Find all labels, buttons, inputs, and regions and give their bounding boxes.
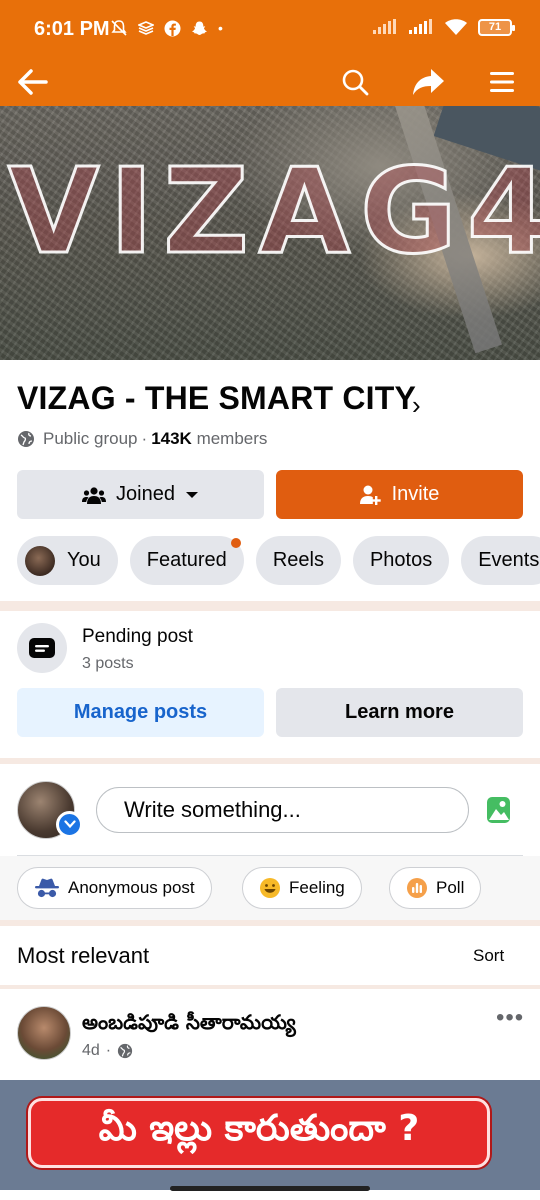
post-time-separator: · — [105, 1042, 112, 1059]
search-icon[interactable] — [335, 62, 375, 102]
avatar — [25, 545, 55, 576]
learn-more-button[interactable]: Learn more — [276, 688, 523, 737]
anonymous-post-label: Anonymous post — [68, 878, 195, 897]
members-label: members — [196, 429, 268, 448]
profile-switch-badge[interactable] — [56, 811, 83, 838]
signal-icon — [373, 19, 396, 34]
member-count-value: 143K — [151, 429, 192, 448]
member-count[interactable]: 143K members — [151, 429, 267, 449]
feeling-label: Feeling — [289, 878, 345, 897]
status-time: 6:01 PM — [34, 18, 110, 40]
group-cover-photo[interactable]: VIZAG4 — [0, 106, 540, 360]
smile-icon — [260, 878, 280, 898]
section-divider — [0, 601, 540, 611]
pending-post-count: 3 posts — [82, 655, 134, 672]
post-time-value: 4d — [82, 1042, 100, 1059]
notification-dot — [230, 538, 241, 548]
sort-button[interactable]: Sort — [473, 946, 504, 966]
post-timestamp: 4d · — [82, 1042, 133, 1060]
section-divider — [0, 920, 540, 926]
write-something-input[interactable]: Write something... — [96, 787, 469, 833]
photo-icon[interactable] — [486, 796, 512, 829]
share-icon[interactable] — [408, 62, 448, 102]
group-members-icon — [82, 486, 107, 504]
joined-label: Joined — [116, 483, 175, 505]
tab-events[interactable]: Events — [461, 536, 540, 585]
more-options-icon[interactable]: ••• — [496, 1004, 524, 1032]
joined-button[interactable]: Joined — [17, 470, 264, 519]
section-divider — [0, 758, 540, 764]
group-meta: Public group · 143K members — [17, 429, 267, 449]
invite-button[interactable]: Invite — [276, 470, 523, 519]
feed-sort-title: Most relevant — [17, 943, 150, 968]
poll-button[interactable]: Poll — [389, 867, 482, 909]
post-author-name[interactable]: అంబడిపూడి సీతారామయ్య — [82, 1010, 296, 1039]
add-person-icon — [359, 485, 381, 505]
incognito-icon — [35, 878, 59, 898]
tab-featured[interactable]: Featured — [129, 536, 244, 585]
meta-separator: · — [141, 429, 148, 448]
post-author-avatar[interactable] — [17, 1006, 71, 1060]
tab-reels[interactable]: Reels — [255, 536, 341, 585]
tab-label: Reels — [272, 549, 324, 571]
feeling-button[interactable]: Feeling — [242, 867, 362, 909]
wifi-icon — [445, 19, 467, 35]
menu-icon[interactable] — [482, 62, 522, 102]
tab-you[interactable]: You — [17, 536, 118, 585]
battery-icon: 71 — [478, 18, 515, 36]
more-notifications-dot: • — [218, 20, 223, 36]
back-arrow-icon[interactable] — [13, 62, 53, 102]
learn-more-label: Learn more — [345, 701, 454, 723]
chevron-right-icon[interactable]: › — [412, 390, 421, 421]
globe-icon — [118, 1043, 133, 1059]
snapchat-icon — [192, 21, 207, 35]
app-bar — [0, 58, 540, 106]
notification-icons: • — [110, 19, 223, 37]
section-divider — [0, 985, 540, 989]
caret-down-icon — [185, 491, 198, 498]
tab-label: Events — [478, 549, 540, 571]
layers-icon — [138, 21, 154, 35]
tab-label: You — [67, 549, 101, 571]
tab-label: Featured — [146, 549, 227, 571]
tab-label: Photos — [369, 549, 433, 571]
poll-icon — [407, 878, 427, 898]
chevron-down-icon — [63, 820, 76, 829]
post-image[interactable]: మీ ఇల్లు కారుతుందా ? — [0, 1080, 540, 1190]
post-image-text: మీ ఇల్లు కారుతుందా ? — [98, 1108, 420, 1149]
manage-posts-button[interactable]: Manage posts — [17, 688, 264, 737]
poll-label: Poll — [436, 878, 465, 897]
invite-label: Invite — [391, 483, 440, 505]
status-bar: 6:01 PM • 71 — [0, 0, 540, 58]
pending-post-icon — [17, 623, 67, 673]
system-icons: 71 — [372, 18, 515, 36]
pending-post-title: Pending post — [82, 626, 193, 647]
signal-icon — [409, 19, 432, 34]
group-tabs: You Featured Reels Photos Events — [17, 536, 540, 585]
privacy-label: Public group — [43, 429, 138, 448]
anonymous-post-button[interactable]: Anonymous post — [17, 867, 212, 909]
mute-icon — [111, 20, 127, 36]
manage-posts-label: Manage posts — [73, 701, 208, 723]
home-indicator[interactable] — [170, 1186, 370, 1191]
quick-actions: Anonymous post Feeling Poll — [0, 856, 540, 920]
group-name[interactable]: VIZAG - THE SMART CITY — [17, 380, 416, 417]
globe-icon — [18, 431, 34, 447]
post-image-banner: మీ ఇల్లు కారుతుందా ? — [28, 1098, 490, 1168]
facebook-icon — [164, 20, 181, 36]
cover-text: VIZAG4 — [6, 141, 540, 282]
tab-photos[interactable]: Photos — [352, 536, 450, 585]
